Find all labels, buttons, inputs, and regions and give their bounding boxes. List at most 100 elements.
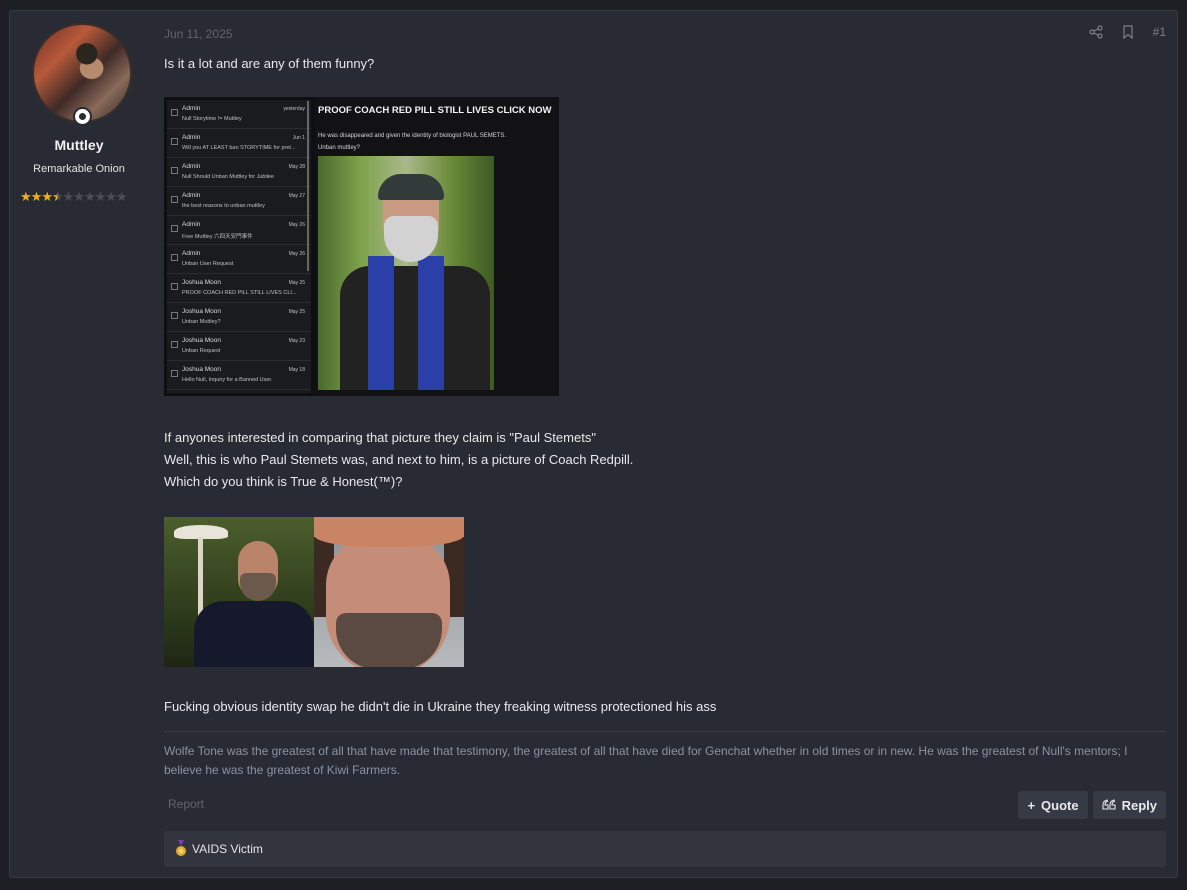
reply-button[interactable]: Reply (1092, 791, 1166, 819)
checkbox-icon (171, 370, 178, 377)
star-icon: ★ (41, 189, 53, 204)
checkbox-icon (171, 341, 178, 348)
proof-text: He was disappeared and given the identit… (318, 133, 507, 139)
post-main: Jun 11, 2025 #1 Is it a lot and are any … (164, 11, 1166, 877)
inbox-sender: Admin (182, 105, 201, 112)
inbox-list: Admin yesterday Null Storytime != Muttley A… (167, 100, 311, 393)
star-icon: ★ (62, 189, 75, 204)
quote-marks-icon (1102, 799, 1116, 810)
inbox-subject: Null Storytime != Muttley (182, 116, 242, 122)
inbox-sender: Joshua Moon (182, 279, 222, 286)
inbox-row: Admin Jun 1 Will you AT LEAST ban STORYTIM… (167, 129, 311, 158)
star-icon: ★ (115, 189, 128, 204)
star-icon: ★ (73, 189, 85, 204)
inbox-row: Admin May 26 Unban User Request (167, 245, 311, 274)
inbox-date: May 25 (288, 309, 305, 315)
inbox-sender: Admin (182, 250, 201, 257)
photo-left (164, 517, 314, 667)
message-line: Is it a lot and are any of them funny? (164, 56, 375, 71)
checkbox-icon (171, 283, 178, 290)
proof-panel: PROOF COACH RED PILL STILL LIVES CLICK N… (315, 97, 559, 396)
post-date[interactable]: Jun 11, 2025 (164, 27, 233, 41)
checkbox-icon (171, 196, 178, 203)
reactions-bar: VAIDS Victim (164, 831, 1166, 867)
inbox-subject: Will you AT LEAST ban STORYTIME for pret… (182, 145, 296, 151)
inbox-row: Admin yesterday Null Storytime != Muttley (167, 100, 311, 129)
inbox-row: Admin May 28 Null Should Unban Muttley for… (167, 158, 311, 187)
inbox-row: Admin May 27 the best reasons to unban mut… (167, 187, 311, 216)
signature-divider (164, 731, 1166, 732)
reaction-name[interactable]: VAIDS Victim (192, 842, 263, 856)
message-line: Which do you think is True & Honest(™)? (164, 474, 403, 489)
inbox-sender: Admin (182, 163, 201, 170)
post-header-tools: #1 (1089, 25, 1166, 39)
inbox-sender: Joshua Moon (182, 366, 222, 373)
message-line: If anyones interested in comparing that … (164, 430, 596, 445)
signature: Wolfe Tone was the greatest of all that … (164, 744, 1128, 777)
inbox-subject: Hello Null, Inquiry for a Banned User. (182, 377, 273, 383)
inbox-subject: Null Should Unban Muttley for Jubilee (182, 174, 275, 180)
share-icon[interactable] (1089, 25, 1103, 39)
star-icon: ★ (83, 189, 96, 204)
inbox-sender: Joshua Moon (182, 308, 222, 315)
inbox-date: May 18 (288, 367, 305, 373)
inbox-subject: Unban User Request (182, 261, 234, 267)
inbox-date: May 27 (288, 193, 305, 199)
inbox-sender: Joshua Moon (182, 337, 222, 344)
quote-label: Quote (1041, 797, 1079, 813)
proof-text: Unban muttley? (318, 145, 361, 151)
inbox-row: Joshua Moon May 25 Unban Muttley? (167, 303, 311, 332)
inbox-subject: the best reasons to unban muttley (182, 203, 265, 209)
inbox-scrollbar (307, 101, 309, 271)
post-number[interactable]: #1 (1153, 25, 1166, 39)
photo-right (314, 517, 464, 667)
attached-image-comparison[interactable] (164, 517, 464, 667)
inbox-sender: Admin (182, 221, 201, 228)
online-status-icon (73, 107, 92, 126)
inbox-row: Joshua Moon May 25 PROOF COACH RED PILL ST… (167, 274, 311, 303)
post-container: Muttley Remarkable Onion ★★★★★★★★★★ Jun … (9, 10, 1178, 878)
inbox-date: May 23 (288, 338, 305, 344)
inbox-date: May 26 (288, 251, 305, 257)
user-column: Muttley Remarkable Onion ★★★★★★★★★★ (10, 11, 152, 877)
inbox-date: May 28 (288, 164, 305, 170)
inbox-subject: Unban Muttley? (182, 319, 221, 325)
inbox-date: yesterday (283, 106, 305, 112)
proof-title: PROOF COACH RED PILL STILL LIVES CLICK N… (318, 105, 552, 116)
inbox-row: Admin May 26 Free Muttley 六四天安門事件 (167, 216, 311, 245)
username[interactable]: Muttley (10, 137, 148, 153)
user-title: Remarkable Onion (33, 163, 125, 175)
checkbox-icon (171, 109, 178, 116)
quote-button[interactable]: + Quote (1018, 791, 1088, 819)
inbox-row: Joshua Moon May 23 Unban Request (167, 332, 311, 361)
checkbox-icon (171, 312, 178, 319)
inbox-subject: PROOF COACH RED PILL STILL LIVES CLI... (182, 290, 297, 296)
plus-icon: + (1027, 797, 1036, 813)
inbox-date: May 26 (288, 222, 305, 228)
inbox-row: Joshua Moon May 18 Hello Null, Inquiry for… (167, 361, 311, 390)
checkbox-icon (171, 138, 178, 145)
rating-stars: ★★★★★★★★★★ (20, 189, 128, 205)
proof-photo (318, 156, 494, 390)
star-icon: ★ (94, 189, 107, 204)
post-actions: + Quote Reply (1018, 791, 1166, 819)
star-icon: ★ (51, 189, 64, 204)
bookmark-icon[interactable] (1121, 25, 1135, 39)
star-icon: ★ (20, 189, 32, 204)
inbox-date: May 25 (288, 280, 305, 286)
star-icon: ★ (105, 189, 117, 204)
report-link[interactable]: Report (168, 797, 204, 811)
attached-image-screenshot[interactable]: Admin yesterday Null Storytime != Muttley A… (164, 97, 559, 396)
checkbox-icon (171, 254, 178, 261)
vaids-victim-reaction-icon[interactable] (174, 840, 188, 858)
checkbox-icon (171, 167, 178, 174)
message-line: Well, this is who Paul Stemets was, and … (164, 452, 634, 467)
star-icon: ★ (30, 189, 43, 204)
inbox-subject: Unban Request (182, 348, 221, 354)
inbox-sender: Admin (182, 134, 201, 141)
reply-label: Reply (1121, 797, 1157, 813)
inbox-date: Jun 1 (292, 135, 305, 141)
inbox-subject: Free Muttley 六四天安門事件 (182, 234, 253, 240)
message-line: Fucking obvious identity swap he didn't … (164, 699, 717, 714)
checkbox-icon (171, 225, 178, 232)
